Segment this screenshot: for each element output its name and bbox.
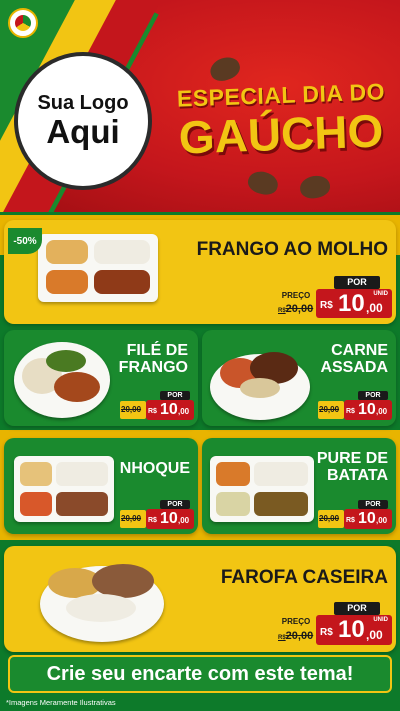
logo-line2: Aqui: [46, 113, 120, 151]
old-price: 20,00: [121, 514, 142, 523]
old-price: 20,00: [319, 405, 340, 414]
item-name: FAROFA CASEIRA: [220, 567, 388, 588]
old-price-box: 20,00: [120, 401, 146, 419]
price-tag: POR 20,00 R$ 10 ,00: [318, 500, 392, 530]
chimarrao-gourd-icon: [298, 173, 332, 201]
old-price: 20,00: [319, 514, 340, 523]
price-tag: POR 20,00 R$ 10 ,00: [318, 391, 392, 421]
food-image: [210, 456, 314, 522]
item-name: FILÉ DE FRANGO: [118, 342, 188, 377]
por-label: POR: [334, 602, 380, 615]
logo-placeholder[interactable]: Sua Logo Aqui: [14, 52, 152, 190]
header: Sua Logo Aqui ESPECIAL DIA DO GAÚCHO: [0, 0, 400, 212]
title-line2: GAÚCHO: [177, 104, 385, 164]
old-price-box: 20,00: [120, 510, 146, 528]
price-box: R$ 10 ,00 UNID: [316, 615, 392, 645]
por-label: POR: [358, 500, 388, 509]
price-tag: POR 20,00 R$ 10 ,00: [120, 500, 194, 530]
price-box: R$ 10 ,00: [146, 400, 194, 420]
price-box: R$ 10 ,00 UNID: [316, 289, 392, 318]
old-price: 20,00: [121, 405, 142, 414]
por-label: POR: [358, 391, 388, 400]
food-image: [14, 456, 114, 522]
old-price: R$20,00: [278, 630, 314, 642]
por-label: POR: [160, 391, 190, 400]
disclaimer: *Imagens Meramente Ilustrativas: [6, 698, 116, 707]
old-price-box: 20,00: [318, 401, 344, 419]
old-price-box: 20,00: [318, 510, 344, 528]
preco-label: PREÇO: [278, 616, 314, 627]
food-image: [38, 234, 158, 302]
logo-line1: Sua Logo: [37, 92, 129, 115]
old-price: R$20,00: [278, 303, 314, 315]
price-tag: POR 20,00 R$ 10 ,00: [120, 391, 194, 421]
food-image: [40, 556, 164, 642]
preco-label: PREÇO: [278, 290, 314, 301]
price-box: R$ 10 ,00: [344, 509, 392, 529]
item-name: PURE DE BATATA: [316, 450, 388, 485]
item-name: FRANGO AO MOLHO: [196, 239, 388, 260]
food-image: [210, 348, 310, 420]
price-box: R$ 10 ,00: [146, 509, 194, 529]
por-label: POR: [160, 500, 190, 509]
food-image: [14, 342, 110, 418]
chimarrao-gourd-icon: [245, 168, 281, 198]
cta-banner[interactable]: Crie seu encarte com este tema!: [8, 655, 392, 693]
discount-badge: -50%: [8, 228, 42, 254]
item-name: CARNE ASSADA: [320, 342, 388, 377]
por-label: POR: [334, 276, 380, 289]
price-box: R$ 10 ,00: [344, 400, 392, 420]
price-tag: PREÇO R$20,00 POR R$ 10 ,00 UNID: [276, 276, 392, 318]
item-name: NHOQUE: [119, 460, 190, 477]
page-title: ESPECIAL DIA DO GAÚCHO: [166, 78, 396, 163]
chimarrao-gourd-icon: [207, 53, 243, 85]
brand-badge-icon: [8, 8, 38, 38]
price-tag: PREÇO R$20,00 POR R$ 10 ,00 UNID: [276, 602, 392, 646]
